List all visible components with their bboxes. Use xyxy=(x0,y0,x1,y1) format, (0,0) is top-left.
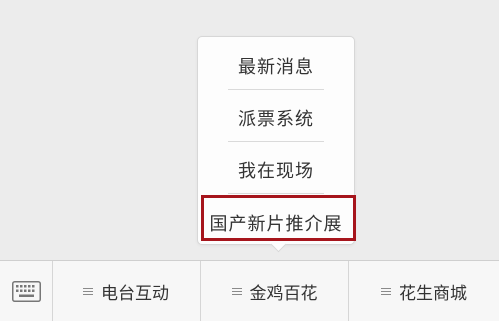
tab-label: 电台互动 xyxy=(101,283,169,304)
divider xyxy=(228,193,324,194)
menu-icon xyxy=(231,286,242,297)
divider xyxy=(228,141,324,142)
keyboard-toggle-button[interactable] xyxy=(0,261,52,321)
tab-peanut-mall[interactable]: 花生商城 xyxy=(349,261,499,321)
tab-radio-interaction[interactable]: 电台互动 xyxy=(52,261,200,321)
tab-label: 金鸡百花 xyxy=(249,283,318,304)
menu-icon xyxy=(83,286,93,297)
menu-item-latest-news[interactable]: 最新消息 xyxy=(198,53,354,79)
keyboard-icon xyxy=(12,281,41,302)
bottom-tab-bar: 电台互动 金鸡百花 花生商城 xyxy=(0,260,499,321)
divider xyxy=(228,89,324,90)
tab-label: 花生商城 xyxy=(399,283,467,304)
menu-icon xyxy=(381,286,391,297)
menu-item-on-site[interactable]: 我在现场 xyxy=(198,157,354,183)
menu-item-ticket-system[interactable]: 派票系统 xyxy=(198,105,354,131)
tab-golden-rooster-hundred-flowers[interactable]: 金鸡百花 xyxy=(201,261,348,321)
highlight-box xyxy=(201,195,356,241)
